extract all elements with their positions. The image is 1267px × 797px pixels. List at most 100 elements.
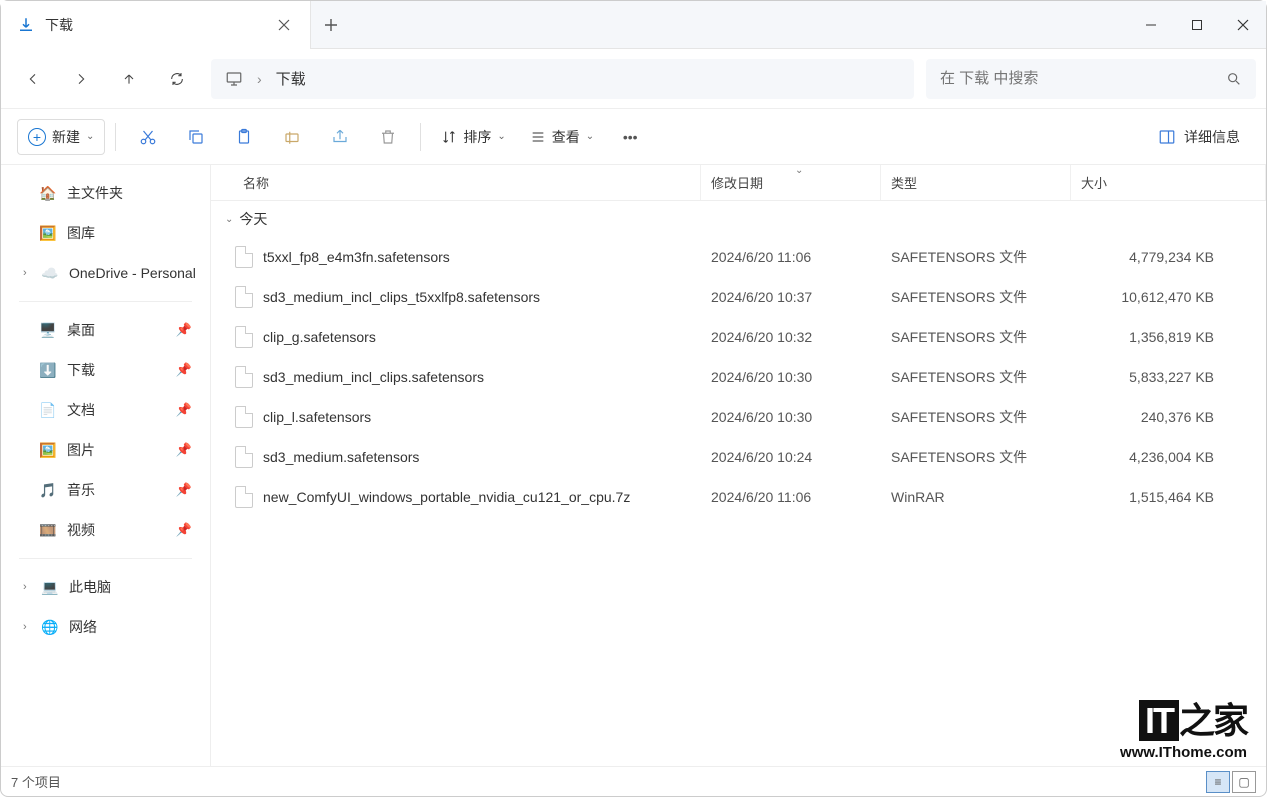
copy-button[interactable] — [174, 119, 218, 155]
delete-button[interactable] — [366, 119, 410, 155]
pin-icon[interactable]: 📌 — [176, 442, 192, 458]
sidebar-item-videos[interactable]: 🎞️视频📌 — [5, 510, 206, 550]
search-box[interactable] — [926, 59, 1256, 99]
sidebar-item-documents[interactable]: 📄文档📌 — [5, 390, 206, 430]
item-count: 7 个项目 — [11, 772, 61, 791]
details-view-button[interactable]: ≡ — [1206, 771, 1230, 793]
icons-view-button[interactable]: ▢ — [1232, 771, 1256, 793]
file-name: t5xxl_fp8_e4m3fn.safetensors — [263, 249, 450, 265]
sidebar-item-gallery[interactable]: 🖼️图库 — [5, 213, 206, 253]
file-row[interactable]: clip_l.safetensors 2024/6/20 10:30SAFETEN… — [211, 397, 1266, 437]
back-button[interactable] — [11, 59, 55, 99]
close-window-button[interactable] — [1220, 1, 1266, 49]
pin-icon[interactable]: 📌 — [176, 362, 192, 378]
column-size[interactable]: 大小 — [1071, 165, 1266, 200]
file-size: 1,515,464 KB — [1071, 489, 1266, 505]
download-icon — [17, 16, 35, 34]
file-icon — [235, 286, 253, 308]
cut-button[interactable] — [126, 119, 170, 155]
file-type: WinRAR — [881, 489, 1071, 505]
file-type: SAFETENSORS 文件 — [881, 327, 1071, 347]
chevron-right-icon[interactable]: › — [23, 267, 37, 279]
file-list[interactable]: ⌄今天 t5xxl_fp8_e4m3fn.safetensors 2024/6/2… — [211, 201, 1266, 766]
column-name[interactable]: 名称 — [211, 165, 701, 200]
paste-button[interactable] — [222, 119, 266, 155]
share-button[interactable] — [318, 119, 362, 155]
file-name: new_ComfyUI_windows_portable_nvidia_cu12… — [263, 489, 630, 505]
navbar: › 下载 — [1, 49, 1266, 109]
gallery-icon: 🖼️ — [39, 224, 57, 242]
file-type: SAFETENSORS 文件 — [881, 407, 1071, 427]
home-icon: 🏠 — [39, 184, 57, 202]
file-icon — [235, 246, 253, 268]
view-button[interactable]: 查看 ⌄ — [520, 119, 604, 155]
file-type: SAFETENSORS 文件 — [881, 367, 1071, 387]
file-row[interactable]: sd3_medium_incl_clips.safetensors2024/6/… — [211, 357, 1266, 397]
titlebar: 下载 — [1, 1, 1266, 49]
maximize-button[interactable] — [1174, 1, 1220, 49]
file-row[interactable]: new_ComfyUI_windows_portable_nvidia_cu12… — [211, 477, 1266, 517]
pin-icon[interactable]: 📌 — [176, 522, 192, 538]
videos-icon: 🎞️ — [39, 521, 57, 539]
breadcrumb-downloads[interactable]: 下载 — [276, 68, 306, 89]
file-row[interactable]: sd3_medium.safetensors2024/6/20 10:24SAF… — [211, 437, 1266, 477]
address-bar[interactable]: › 下载 — [211, 59, 914, 99]
file-icon — [235, 366, 253, 388]
file-row[interactable]: clip_g.safetensors2024/6/20 10:32SAFETEN… — [211, 317, 1266, 357]
file-date: 2024/6/20 10:37 — [701, 289, 881, 305]
column-date[interactable]: 修改日期 — [701, 165, 881, 200]
file-row[interactable]: t5xxl_fp8_e4m3fn.safetensors 2024/6/20 11… — [211, 237, 1266, 277]
file-date: 2024/6/20 10:30 — [701, 409, 881, 425]
sidebar-item-onedrive[interactable]: ›☁️OneDrive - Personal — [5, 253, 206, 293]
forward-button[interactable] — [59, 59, 103, 99]
sidebar-item-home[interactable]: 🏠主文件夹 — [5, 173, 206, 213]
pin-icon[interactable]: 📌 — [176, 402, 192, 418]
file-icon — [235, 326, 253, 348]
chevron-right-icon[interactable]: › — [23, 621, 37, 633]
file-name: clip_l.safetensors — [263, 409, 371, 425]
sidebar-item-downloads[interactable]: ⬇️下载📌 — [5, 350, 206, 390]
pin-icon[interactable]: 📌 — [176, 482, 192, 498]
file-row[interactable]: sd3_medium_incl_clips_t5xxlfp8.safetenso… — [211, 277, 1266, 317]
sidebar-item-desktop[interactable]: 🖥️桌面📌 — [5, 310, 206, 350]
chevron-right-icon[interactable]: › — [23, 581, 37, 593]
sidebar-item-pictures[interactable]: 🖼️图片📌 — [5, 430, 206, 470]
up-button[interactable] — [107, 59, 151, 99]
new-button[interactable]: + 新建 ⌄ — [17, 119, 105, 155]
toolbar-separator — [115, 123, 116, 151]
rename-button[interactable] — [270, 119, 314, 155]
details-pane-button[interactable]: 详细信息 — [1148, 127, 1250, 147]
column-headers: 名称 修改日期 类型 大小 ⌄ — [211, 165, 1266, 201]
status-bar: 7 个项目 ≡ ▢ — [1, 766, 1266, 796]
toolbar: + 新建 ⌄ 排序 ⌄ 查看 ⌄ ••• 详细信息 — [1, 109, 1266, 165]
file-date: 2024/6/20 10:32 — [701, 329, 881, 345]
file-icon — [235, 486, 253, 508]
sidebar-divider — [19, 558, 192, 559]
window-controls — [1128, 1, 1266, 49]
more-button[interactable]: ••• — [608, 119, 652, 155]
minimize-button[interactable] — [1128, 1, 1174, 49]
group-today[interactable]: ⌄今天 — [211, 201, 1266, 237]
sidebar-item-network[interactable]: ›🌐网络 — [5, 607, 206, 647]
view-mode-switch: ≡ ▢ — [1206, 771, 1256, 793]
file-size: 240,376 KB — [1071, 409, 1266, 425]
sidebar-divider — [19, 301, 192, 302]
sort-button[interactable]: 排序 ⌄ — [431, 119, 515, 155]
file-name: sd3_medium.safetensors — [263, 449, 419, 465]
search-input[interactable] — [940, 70, 1226, 87]
new-tab-button[interactable] — [311, 18, 351, 32]
tab-downloads[interactable]: 下载 — [1, 1, 311, 49]
sidebar-item-music[interactable]: 🎵音乐📌 — [5, 470, 206, 510]
file-name: sd3_medium_incl_clips.safetensors — [263, 369, 484, 385]
tab-title: 下载 — [45, 15, 270, 35]
file-size: 5,833,227 KB — [1071, 369, 1266, 385]
pin-icon[interactable]: 📌 — [176, 322, 192, 338]
download-icon: ⬇️ — [39, 361, 57, 379]
network-icon: 🌐 — [41, 618, 59, 636]
file-date: 2024/6/20 11:06 — [701, 249, 881, 265]
column-type[interactable]: 类型 — [881, 165, 1071, 200]
monitor-icon — [225, 70, 243, 88]
close-tab-button[interactable] — [270, 11, 298, 39]
refresh-button[interactable] — [155, 59, 199, 99]
sidebar-item-thispc[interactable]: ›💻此电脑 — [5, 567, 206, 607]
